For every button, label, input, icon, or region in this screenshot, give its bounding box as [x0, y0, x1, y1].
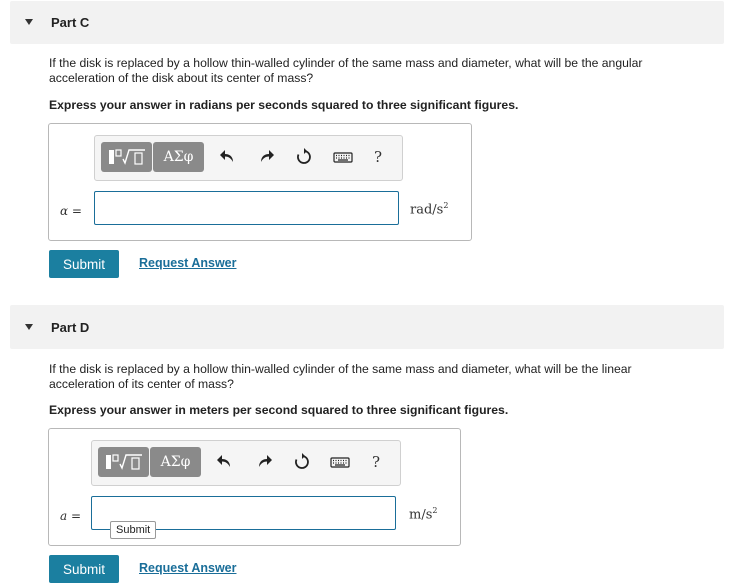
part-c-math-toolbar: ΑΣφ ? — [94, 135, 403, 181]
part-c-answer-box: ΑΣφ ? α = rad/s2 — [48, 123, 472, 241]
help-icon[interactable]: ? — [372, 453, 380, 471]
template-button[interactable] — [98, 447, 149, 477]
part-d-unit-exponent: 2 — [432, 506, 438, 515]
reset-icon[interactable] — [295, 148, 313, 166]
part-c-instruction: Express your answer in radians per secon… — [49, 98, 519, 112]
part-c-header[interactable]: Part C — [10, 1, 724, 44]
part-d-answer-box: ΑΣφ ? a = m/s2 Submit — [48, 428, 461, 546]
keyboard-icon[interactable] — [333, 148, 353, 166]
undo-icon[interactable] — [216, 453, 234, 471]
help-icon[interactable]: ? — [374, 148, 382, 166]
part-d-header[interactable]: Part D — [10, 305, 724, 349]
reset-icon[interactable] — [293, 453, 311, 471]
greek-symbols-button[interactable]: ΑΣφ — [153, 142, 204, 172]
part-c-variable-label: α = — [60, 204, 82, 218]
part-c-unit-base: rad/s — [410, 202, 444, 218]
submit-tooltip: Submit — [110, 521, 157, 539]
part-d-instruction: Express your answer in meters per second… — [49, 403, 509, 417]
redo-icon[interactable] — [255, 453, 273, 471]
part-c-request-answer-link[interactable]: Request Answer — [139, 256, 236, 270]
keyboard-icon[interactable] — [330, 453, 350, 471]
part-d-title: Part D — [51, 320, 90, 335]
greek-symbols-button[interactable]: ΑΣφ — [150, 447, 201, 477]
part-c-submit-button[interactable]: Submit — [49, 250, 119, 278]
collapse-caret-icon[interactable] — [25, 19, 33, 25]
part-c-question: If the disk is replaced by a hollow thin… — [49, 56, 643, 85]
template-button[interactable] — [101, 142, 152, 172]
part-c-unit: rad/s2 — [410, 201, 448, 217]
part-c-answer-input[interactable] — [94, 191, 399, 225]
collapse-caret-icon[interactable] — [25, 324, 33, 330]
part-d-submit-button[interactable]: Submit — [49, 555, 119, 583]
part-d-question: If the disk is replaced by a hollow thin… — [49, 362, 632, 391]
template-icon — [108, 149, 145, 165]
redo-icon[interactable] — [257, 148, 275, 166]
part-d-variable-label: a = — [60, 509, 82, 523]
template-icon — [105, 454, 142, 470]
part-c-title: Part C — [51, 15, 90, 30]
part-d-math-toolbar: ΑΣφ ? — [91, 440, 401, 486]
undo-icon[interactable] — [219, 148, 237, 166]
part-d-unit-base: m/s — [409, 507, 433, 523]
part-c-unit-exponent: 2 — [443, 201, 449, 210]
part-d-unit: m/s2 — [409, 506, 437, 522]
part-d-request-answer-link[interactable]: Request Answer — [139, 561, 236, 575]
